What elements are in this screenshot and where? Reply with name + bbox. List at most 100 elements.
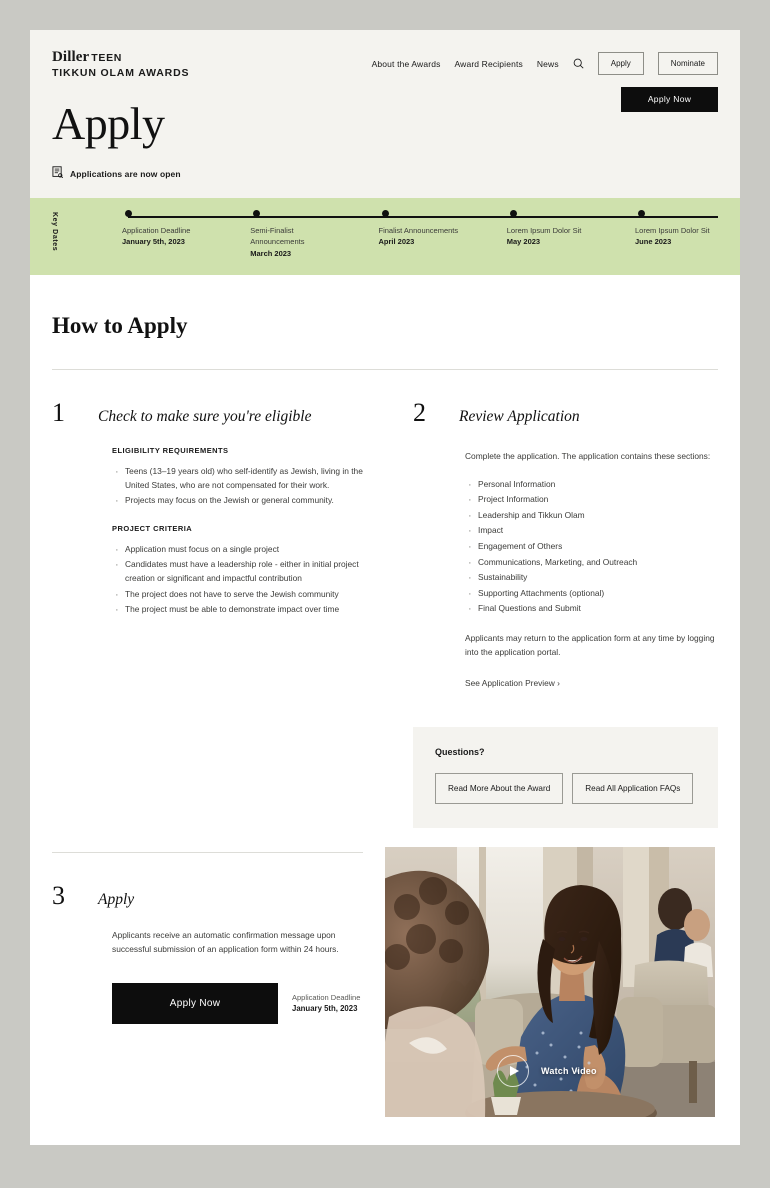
milestone-name: Semi-Finalist Announcements [250,226,305,247]
site-header: Diller TEEN TIKKUN OLAM AWARDS About the … [30,30,740,79]
nav-item-news[interactable]: News [537,59,559,69]
step-3: 3 Apply Applicants receive an automatic … [52,852,385,1117]
key-dates-timeline: Key Dates Application Deadline January 5… [30,198,740,275]
timeline-dot-icon [638,210,645,217]
site-logo[interactable]: Diller TEEN TIKKUN OLAM AWARDS [52,48,189,79]
watch-video-label: Watch Video [541,1066,597,1077]
eligibility-heading: ELIGIBILITY REQUIREMENTS [112,446,229,455]
read-all-application-faqs-button[interactable]: Read All Application FAQs [572,773,694,805]
questions-box: Questions? Read More About the Award Rea… [413,727,718,829]
step-2-intro: Complete the application. The applicatio… [465,451,711,461]
hero-section: Diller TEEN TIKKUN OLAM AWARDS About the … [30,30,740,198]
milestone-name: Lorem Ipsum Dolor Sit [635,226,710,235]
timeline-milestone: Application Deadline January 5th, 2023 [122,210,250,259]
list-item: Candidates must have a leadership role -… [112,557,363,585]
timeline-milestone: Finalist Announcements April 2023 [379,210,507,259]
application-sections-list: Personal Information Project Information… [465,477,718,619]
eligibility-list: Teens (13–19 years old) who self-identif… [112,464,363,511]
document-search-icon [52,165,64,183]
logo-brand: Diller [52,49,90,65]
timeline-dot-icon [125,210,132,217]
see-application-preview-link[interactable]: See Application Preview › [465,678,560,688]
steps-grid: 1 Check to make sure you're eligible ELI… [52,370,718,829]
list-item: Project Information [465,492,718,509]
read-more-about-the-award-button[interactable]: Read More About the Award [435,773,564,805]
nav-nominate-button[interactable]: Nominate [657,52,718,75]
list-item: The project does not have to serve the J… [112,587,363,604]
logo-teen: TEEN [91,52,123,64]
step-2-header: 2 Review Application [413,370,718,428]
page-title: Apply [52,97,165,149]
status-badge-label: Applications are now open [70,168,181,179]
step-3-cta-row: Apply Now Application Deadline January 5… [112,982,363,1024]
key-dates-label: Key Dates [51,212,58,252]
milestone-name: Application Deadline [122,226,191,235]
milestone-date: March 2023 [250,248,292,258]
nav-item-about-the-awards[interactable]: About the Awards [372,59,441,69]
list-item: Sustainability [465,570,718,587]
deadline-value: January 5th, 2023 [292,1003,358,1013]
timeline-milestone: Lorem Ipsum Dolor Sit June 2023 [635,210,730,259]
list-item: Engagement of Others [465,539,718,556]
timeline-dot-icon [509,210,517,217]
logo-secondary: TIKKUN OLAM AWARDS [52,66,190,79]
step-3-title: Apply [98,891,135,909]
page-canvas: Diller TEEN TIKKUN OLAM AWARDS About the … [30,30,740,1145]
milestone-name: Lorem Ipsum Dolor Sit [506,226,582,235]
play-icon[interactable] [497,1055,529,1088]
step-1-body: ELIGIBILITY REQUIREMENTS Teens (13–19 ye… [52,428,363,620]
primary-navigation: About the Awards Award Recipients News A… [372,48,718,75]
apply-now-button[interactable]: Apply Now [112,982,278,1024]
list-item: Supporting Attachments (optional) [465,586,718,603]
watch-video-thumbnail[interactable]: Watch Video [385,847,715,1118]
step-2-title: Review Application [459,408,580,425]
timeline-items: Application Deadline January 5th, 2023 S… [122,210,730,259]
step-1-header: 1 Check to make sure you're eligible [52,370,363,428]
step-3-row: 3 Apply Applicants receive an automatic … [52,847,718,1118]
milestone-date: June 2023 [635,237,672,247]
how-to-apply-section: How to Apply 1 Check to make sure you're… [30,275,740,1118]
criteria-heading: PROJECT CRITERIA [112,523,193,533]
milestone-date: May 2023 [506,237,541,247]
logo-primary: Diller TEEN [52,49,189,66]
timeline-dot-icon [253,210,261,217]
milestone-date: January 5th, 2023 [122,237,185,247]
video-column: Watch Video [385,847,718,1118]
section-heading: How to Apply [52,313,188,338]
step-2-outro: Applicants may return to the application… [465,633,715,657]
step-2-body: Complete the application. The applicatio… [413,428,718,691]
step-2: 2 Review Application Complete the applic… [385,370,718,829]
nav-apply-button[interactable]: Apply [597,52,644,75]
step-2-number: 2 [413,398,426,427]
list-item: Personal Information [465,477,718,494]
milestone-date: April 2023 [378,237,415,247]
deadline-label: Application Deadline [292,992,361,1002]
step-1-title: Check to make sure you're eligible [98,408,312,425]
list-item: Final Questions and Submit [465,602,718,619]
timeline-milestone: Semi-Finalist Announcements March 2023 [250,210,378,259]
status-badge: Applications are now open [52,165,718,183]
step-3-text: Applicants receive an automatic confirma… [112,930,339,954]
list-item: Communications, Marketing, and Outreach [465,555,718,572]
hero-body: Apply Applications are now open Apply No… [30,79,740,183]
list-item: Teens (13–19 years old) who self-identif… [112,464,363,492]
criteria-list: Application must focus on a single proje… [112,542,363,620]
list-item: Projects may focus on the Jewish or gene… [112,493,363,510]
step-3-header: 3 Apply [52,853,363,911]
step-1: 1 Check to make sure you're eligible ELI… [52,370,385,828]
search-icon[interactable] [573,58,584,69]
milestone-name: Finalist Announcements [378,226,459,235]
list-item: Impact [465,523,718,540]
questions-title: Questions? [435,747,485,758]
watch-video-overlay[interactable]: Watch Video [497,1055,597,1088]
step-3-body: Applicants receive an automatic confirma… [52,911,363,1024]
questions-buttons: Read More About the Award Read All Appli… [435,773,696,805]
list-item: Application must focus on a single proje… [112,542,363,559]
deadline-block: Application Deadline January 5th, 2023 [292,992,360,1015]
hero-apply-now-button[interactable]: Apply Now [621,86,718,112]
nav-item-award-recipients[interactable]: Award Recipients [454,59,522,69]
timeline-milestone: Lorem Ipsum Dolor Sit May 2023 [507,210,635,259]
list-item: The project must be able to demonstrate … [112,602,363,619]
step-1-number: 1 [52,398,65,427]
step-3-number: 3 [52,881,65,911]
